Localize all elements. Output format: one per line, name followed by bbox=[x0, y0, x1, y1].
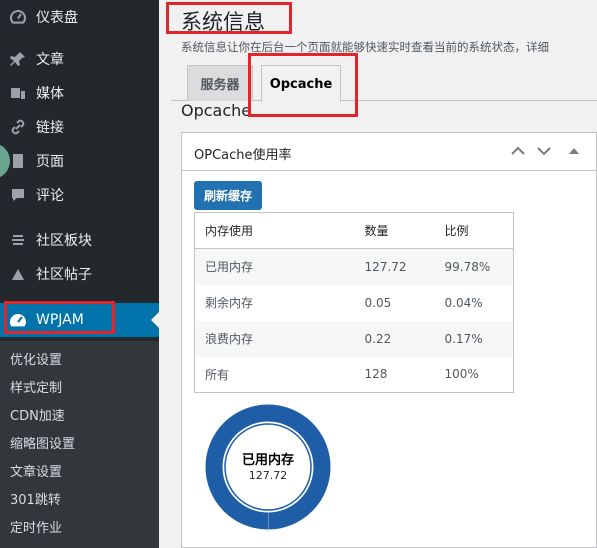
gauge-icon bbox=[8, 310, 28, 330]
submenu-item[interactable]: 文章设置 bbox=[10, 461, 62, 480]
tab-server[interactable]: 服务器 bbox=[187, 65, 253, 101]
topic-icon bbox=[8, 264, 28, 284]
section-heading: Opcache bbox=[181, 101, 252, 120]
menu-item-pages[interactable]: 页面 bbox=[0, 144, 159, 178]
comment-icon bbox=[8, 185, 28, 205]
menu-item-wpjam[interactable]: WPJAM bbox=[0, 303, 159, 337]
page-title: 系统信息 bbox=[181, 10, 265, 34]
table-cell: 0.22 bbox=[354, 320, 435, 357]
submenu-item[interactable]: 优化设置 bbox=[10, 349, 62, 368]
table-row: 已用内存 127.72 99.78% bbox=[194, 248, 514, 285]
tab-label: Opcache bbox=[269, 76, 333, 92]
page-icon bbox=[8, 151, 28, 171]
submenu-item[interactable]: CDN加速 bbox=[10, 405, 65, 424]
memory-usage-table: 内存使用 数量 比例 已用内存 127.72 99.78% 剩余内存 0.05 … bbox=[194, 212, 514, 393]
table-row: 所有 128 100% bbox=[195, 357, 514, 393]
table-cell: 所有 bbox=[205, 367, 230, 382]
table-row: 剩余内存 0.05 0.04% bbox=[195, 285, 514, 321]
refresh-cache-button[interactable]: 刷新缓存 bbox=[194, 181, 263, 210]
table-cell: 剩余内存 bbox=[205, 296, 254, 310]
opcache-usage-box: OPCache使用率 刷新缓存 内存使用 数量 比例 已用内存 127.72 9… bbox=[181, 132, 597, 548]
submenu-item[interactable]: 缩略图设置 bbox=[10, 433, 75, 452]
menu-item-label: 社区板块 bbox=[36, 233, 92, 249]
forum-icon bbox=[8, 230, 28, 250]
chevron-up-icon[interactable] bbox=[508, 141, 528, 161]
menu-item-label: 文章 bbox=[36, 52, 64, 68]
table-cell: 0.05 bbox=[364, 295, 392, 310]
menu-item-label: 社区帖子 bbox=[36, 267, 92, 283]
table-cell: 0.04% bbox=[444, 295, 483, 310]
submenu-item[interactable]: 定时作业 bbox=[10, 517, 62, 536]
chevron-down-icon[interactable] bbox=[534, 141, 554, 161]
main-content: 系统信息 系统信息让你在后台一个页面就能够快速实时查看当前的系统状态，详细 服务… bbox=[159, 0, 597, 548]
column-header: 比例 bbox=[434, 212, 514, 249]
table-cell: 0.17% bbox=[434, 320, 514, 357]
table-cell: 100% bbox=[444, 367, 479, 382]
tab-label: 服务器 bbox=[200, 78, 240, 93]
table-header-row: 内存使用 数量 比例 bbox=[194, 212, 514, 249]
menu-item-label: 媒体 bbox=[36, 86, 64, 102]
active-pointer bbox=[151, 312, 159, 328]
table-cell: 128 bbox=[364, 367, 388, 382]
submenu-item[interactable]: 样式定制 bbox=[10, 377, 62, 396]
page-description: 系统信息让你在后台一个页面就能够快速实时查看当前的系统状态，详细 bbox=[181, 40, 549, 54]
column-header: 内存使用 bbox=[194, 212, 355, 249]
admin-sidebar: 仪表盘 文章 媒体 链接 页面 评论 社区板块 社区帖子 WPJAM 优化设置 … bbox=[0, 0, 159, 548]
column-header: 数量 bbox=[354, 212, 435, 249]
table-row: 浪费内存 0.22 0.17% bbox=[194, 320, 514, 357]
table-cell: 127.72 bbox=[354, 248, 435, 285]
toggle-panel-icon[interactable] bbox=[564, 141, 584, 161]
menu-item-forums[interactable]: 社区板块 bbox=[0, 223, 159, 257]
menu-item-label: 链接 bbox=[36, 120, 64, 136]
menu-item-dashboard[interactable]: 仪表盘 bbox=[0, 0, 159, 34]
menu-item-label: WPJAM bbox=[36, 312, 84, 328]
box-header: OPCache使用率 bbox=[182, 133, 596, 171]
dashboard-icon bbox=[8, 7, 28, 27]
menu-item-comments[interactable]: 评论 bbox=[0, 178, 159, 212]
menu-item-posts[interactable]: 文章 bbox=[0, 42, 159, 76]
media-icon bbox=[8, 83, 28, 103]
menu-item-label: 仪表盘 bbox=[36, 10, 78, 26]
link-icon bbox=[8, 117, 28, 137]
pin-icon bbox=[8, 49, 28, 69]
table-cell: 99.78% bbox=[434, 248, 514, 285]
menu-item-media[interactable]: 媒体 bbox=[0, 76, 159, 110]
donut-center-value: 127.72 bbox=[248, 469, 288, 482]
box-title: OPCache使用率 bbox=[194, 148, 292, 163]
donut-center-label: 已用内存 bbox=[241, 453, 294, 468]
menu-item-links[interactable]: 链接 bbox=[0, 110, 159, 144]
table-cell: 已用内存 bbox=[194, 248, 355, 285]
menu-item-label: 页面 bbox=[36, 154, 64, 170]
menu-item-label: 评论 bbox=[36, 188, 64, 204]
submenu-item[interactable]: 301跳转 bbox=[10, 489, 61, 508]
tab-opcache[interactable]: Opcache bbox=[261, 65, 341, 102]
table-cell: 浪费内存 bbox=[194, 320, 355, 357]
wpjam-submenu: 优化设置 样式定制 CDN加速 缩略图设置 文章设置 301跳转 定时作业 bbox=[0, 341, 159, 548]
menu-item-topics[interactable]: 社区帖子 bbox=[0, 257, 159, 291]
